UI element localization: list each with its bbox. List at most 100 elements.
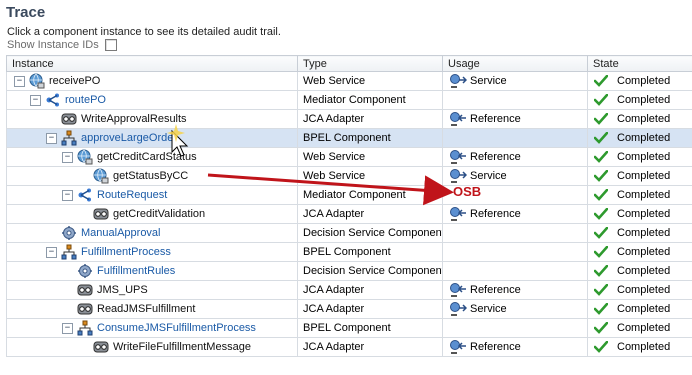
instance-name[interactable]: FulfillmentProcess [81, 246, 171, 258]
instance-cell-content: WriteApprovalResults [10, 111, 294, 128]
instance-cell-content: ManualApproval [10, 225, 294, 242]
collapse-toggle-icon[interactable]: − [62, 151, 73, 163]
table-row[interactable]: ReadJMSFulfillment JCA Adapter Service Comp… [6, 299, 692, 319]
bpel-icon [61, 244, 77, 260]
table-row[interactable]: ManualApproval Decision Service Component… [6, 223, 692, 243]
state-content: Completed [591, 341, 692, 353]
table-row[interactable]: − RouteRequest Mediator Component Completed [6, 185, 692, 205]
web-service-icon [93, 168, 109, 184]
table-row[interactable]: − routePO Mediator Component Completed [6, 90, 692, 110]
table-row[interactable]: getStatusByCC Web Service Service Completed [6, 166, 692, 186]
usage-content: Reference [446, 206, 584, 222]
column-header-usage[interactable]: Usage [442, 55, 588, 72]
table-row[interactable]: getCreditValidation JCA Adapter Reference C… [6, 204, 692, 224]
instance-name[interactable]: RouteRequest [97, 189, 167, 201]
column-header-state[interactable]: State [587, 55, 692, 72]
instance-name: receivePO [49, 75, 101, 87]
state-cell: Completed [587, 242, 692, 262]
state-label: Completed [617, 94, 671, 106]
type-cell: JCA Adapter [297, 337, 443, 357]
reference-icon [449, 282, 467, 298]
state-content: Completed [591, 227, 692, 239]
state-content: Completed [591, 284, 692, 296]
instance-name[interactable]: ManualApproval [81, 227, 161, 239]
instance-cell: − routePO [6, 90, 298, 110]
reference-icon [449, 149, 467, 165]
instance-cell: − ConsumeJMSFulfillmentProcess [6, 318, 298, 338]
table-row[interactable]: − approveLargeOrder BPEL Component Complete… [6, 128, 692, 148]
trace-table-body: − receivePO Web Service Service Completed − ro… [6, 71, 692, 357]
adapter-icon [93, 206, 109, 222]
state-cell: Completed [587, 261, 692, 281]
type-label: BPEL Component [303, 132, 391, 144]
instance-name[interactable]: ConsumeJMSFulfillmentProcess [97, 322, 256, 334]
type-label: Web Service [303, 151, 366, 163]
type-label: JCA Adapter [303, 113, 365, 125]
table-row[interactable]: WriteFileFulfillmentMessage JCA Adapter Re… [6, 337, 692, 357]
decision-service-icon [61, 225, 77, 241]
state-content: Completed [591, 265, 692, 277]
check-icon [591, 284, 617, 296]
type-cell: JCA Adapter [297, 299, 443, 319]
adapter-icon [77, 301, 93, 317]
instance-cell: getCreditValidation [6, 204, 298, 224]
column-header-instance[interactable]: Instance [6, 55, 298, 72]
state-content: Completed [591, 322, 692, 334]
type-label: BPEL Component [303, 322, 391, 334]
usage-cell: Reference [442, 147, 588, 167]
usage-label: Service [470, 75, 507, 87]
instance-cell-content: − approveLargeOrder [10, 130, 294, 147]
instance-cell-content: − RouteRequest [10, 187, 294, 204]
page-title: Trace [6, 4, 46, 21]
type-cell: Mediator Component [297, 90, 443, 110]
instance-cell-content: WriteFileFulfillmentMessage [10, 339, 294, 356]
table-row[interactable]: FulfillmentRules Decision Service Compone… [6, 261, 692, 281]
instance-name[interactable]: approveLargeOrder [81, 132, 177, 144]
state-label: Completed [617, 227, 671, 239]
table-row[interactable]: − FulfillmentProcess BPEL Component Complet… [6, 242, 692, 262]
collapse-toggle-icon[interactable]: − [14, 75, 25, 87]
instance-cell-content: − FulfillmentProcess [10, 244, 294, 261]
collapse-toggle-icon[interactable]: − [30, 94, 41, 106]
instance-name: WriteFileFulfillmentMessage [113, 341, 251, 353]
state-label: Completed [617, 151, 671, 163]
osb-annotation-label: OSB [453, 184, 482, 199]
instance-cell: FulfillmentRules [6, 261, 298, 281]
table-row[interactable]: − ConsumeJMSFulfillmentProcess BPEL Compon… [6, 318, 692, 338]
reference-icon [449, 339, 467, 355]
usage-label: Reference [470, 208, 521, 220]
column-header-type[interactable]: Type [297, 55, 443, 72]
table-row[interactable]: − getCreditCardStatus Web Service Reference… [6, 147, 692, 167]
usage-cell [442, 223, 588, 243]
check-icon [591, 322, 617, 334]
table-row[interactable]: JMS_UPS JCA Adapter Reference Completed [6, 280, 692, 300]
instance-name[interactable]: FulfillmentRules [97, 265, 175, 277]
collapse-toggle-icon[interactable]: − [62, 322, 73, 334]
state-content: Completed [591, 170, 692, 182]
show-instance-ids-checkbox[interactable] [104, 39, 117, 51]
instance-cell: − approveLargeOrder [6, 128, 298, 148]
instance-cell: WriteApprovalResults [6, 109, 298, 129]
usage-label: Service [470, 303, 507, 315]
type-cell: JCA Adapter [297, 109, 443, 129]
type-label: BPEL Component [303, 246, 391, 258]
web-service-icon [77, 149, 93, 165]
usage-cell [442, 261, 588, 281]
collapse-toggle-icon[interactable]: − [62, 189, 73, 201]
collapse-toggle-icon[interactable]: − [46, 246, 57, 258]
table-row[interactable]: WriteApprovalResults JCA Adapter Reference… [6, 109, 692, 129]
state-content: Completed [591, 303, 692, 315]
state-cell: Completed [587, 147, 692, 167]
instance-name: ReadJMSFulfillment [97, 303, 196, 315]
instance-cell-content: ReadJMSFulfillment [10, 301, 294, 318]
type-cell: Decision Service Component [297, 261, 443, 281]
usage-content: Reference [446, 339, 584, 355]
state-cell: Completed [587, 299, 692, 319]
table-row[interactable]: − receivePO Web Service Service Completed [6, 71, 692, 91]
usage-cell: Reference [442, 280, 588, 300]
instance-name[interactable]: routePO [65, 94, 106, 106]
check-icon [591, 170, 617, 182]
check-icon [591, 246, 617, 258]
collapse-toggle-icon[interactable]: − [46, 132, 57, 144]
state-content: Completed [591, 75, 692, 87]
